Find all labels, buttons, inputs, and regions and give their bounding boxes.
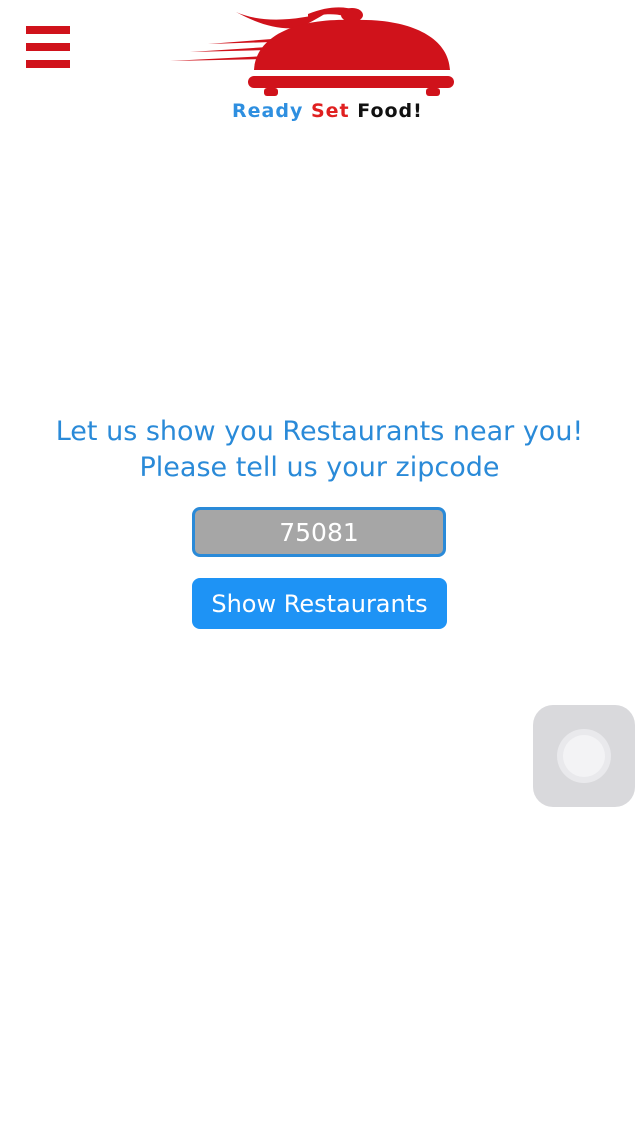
prompt-line-2: Please tell us your zipcode bbox=[139, 452, 500, 483]
menu-bar-middle bbox=[26, 43, 70, 51]
logo-word-ready: Ready bbox=[232, 100, 304, 122]
app-logo: Ready Set Food! bbox=[168, 4, 478, 128]
page: Ready Set Food! Let us show you Restaura… bbox=[0, 0, 639, 1136]
menu-bar-bottom bbox=[26, 60, 70, 68]
logo-word-set: Set bbox=[310, 100, 350, 122]
assistive-touch-icon[interactable] bbox=[533, 705, 635, 807]
zipcode-input[interactable] bbox=[192, 507, 446, 557]
prompt-line-1: Let us show you Restaurants near you! bbox=[55, 416, 584, 447]
hamburger-menu-icon[interactable] bbox=[26, 26, 70, 70]
assistive-ring bbox=[557, 729, 611, 783]
logo-word-food: Food! bbox=[357, 100, 423, 122]
assistive-core bbox=[563, 735, 605, 777]
show-restaurants-button[interactable]: Show Restaurants bbox=[192, 578, 447, 629]
food-cloche-icon bbox=[170, 7, 454, 96]
zipcode-prompt: Let us show you Restaurants near you! Pl… bbox=[0, 414, 639, 486]
menu-bar-top bbox=[26, 26, 70, 34]
logo-wordmark: Ready Set Food! bbox=[232, 100, 482, 122]
